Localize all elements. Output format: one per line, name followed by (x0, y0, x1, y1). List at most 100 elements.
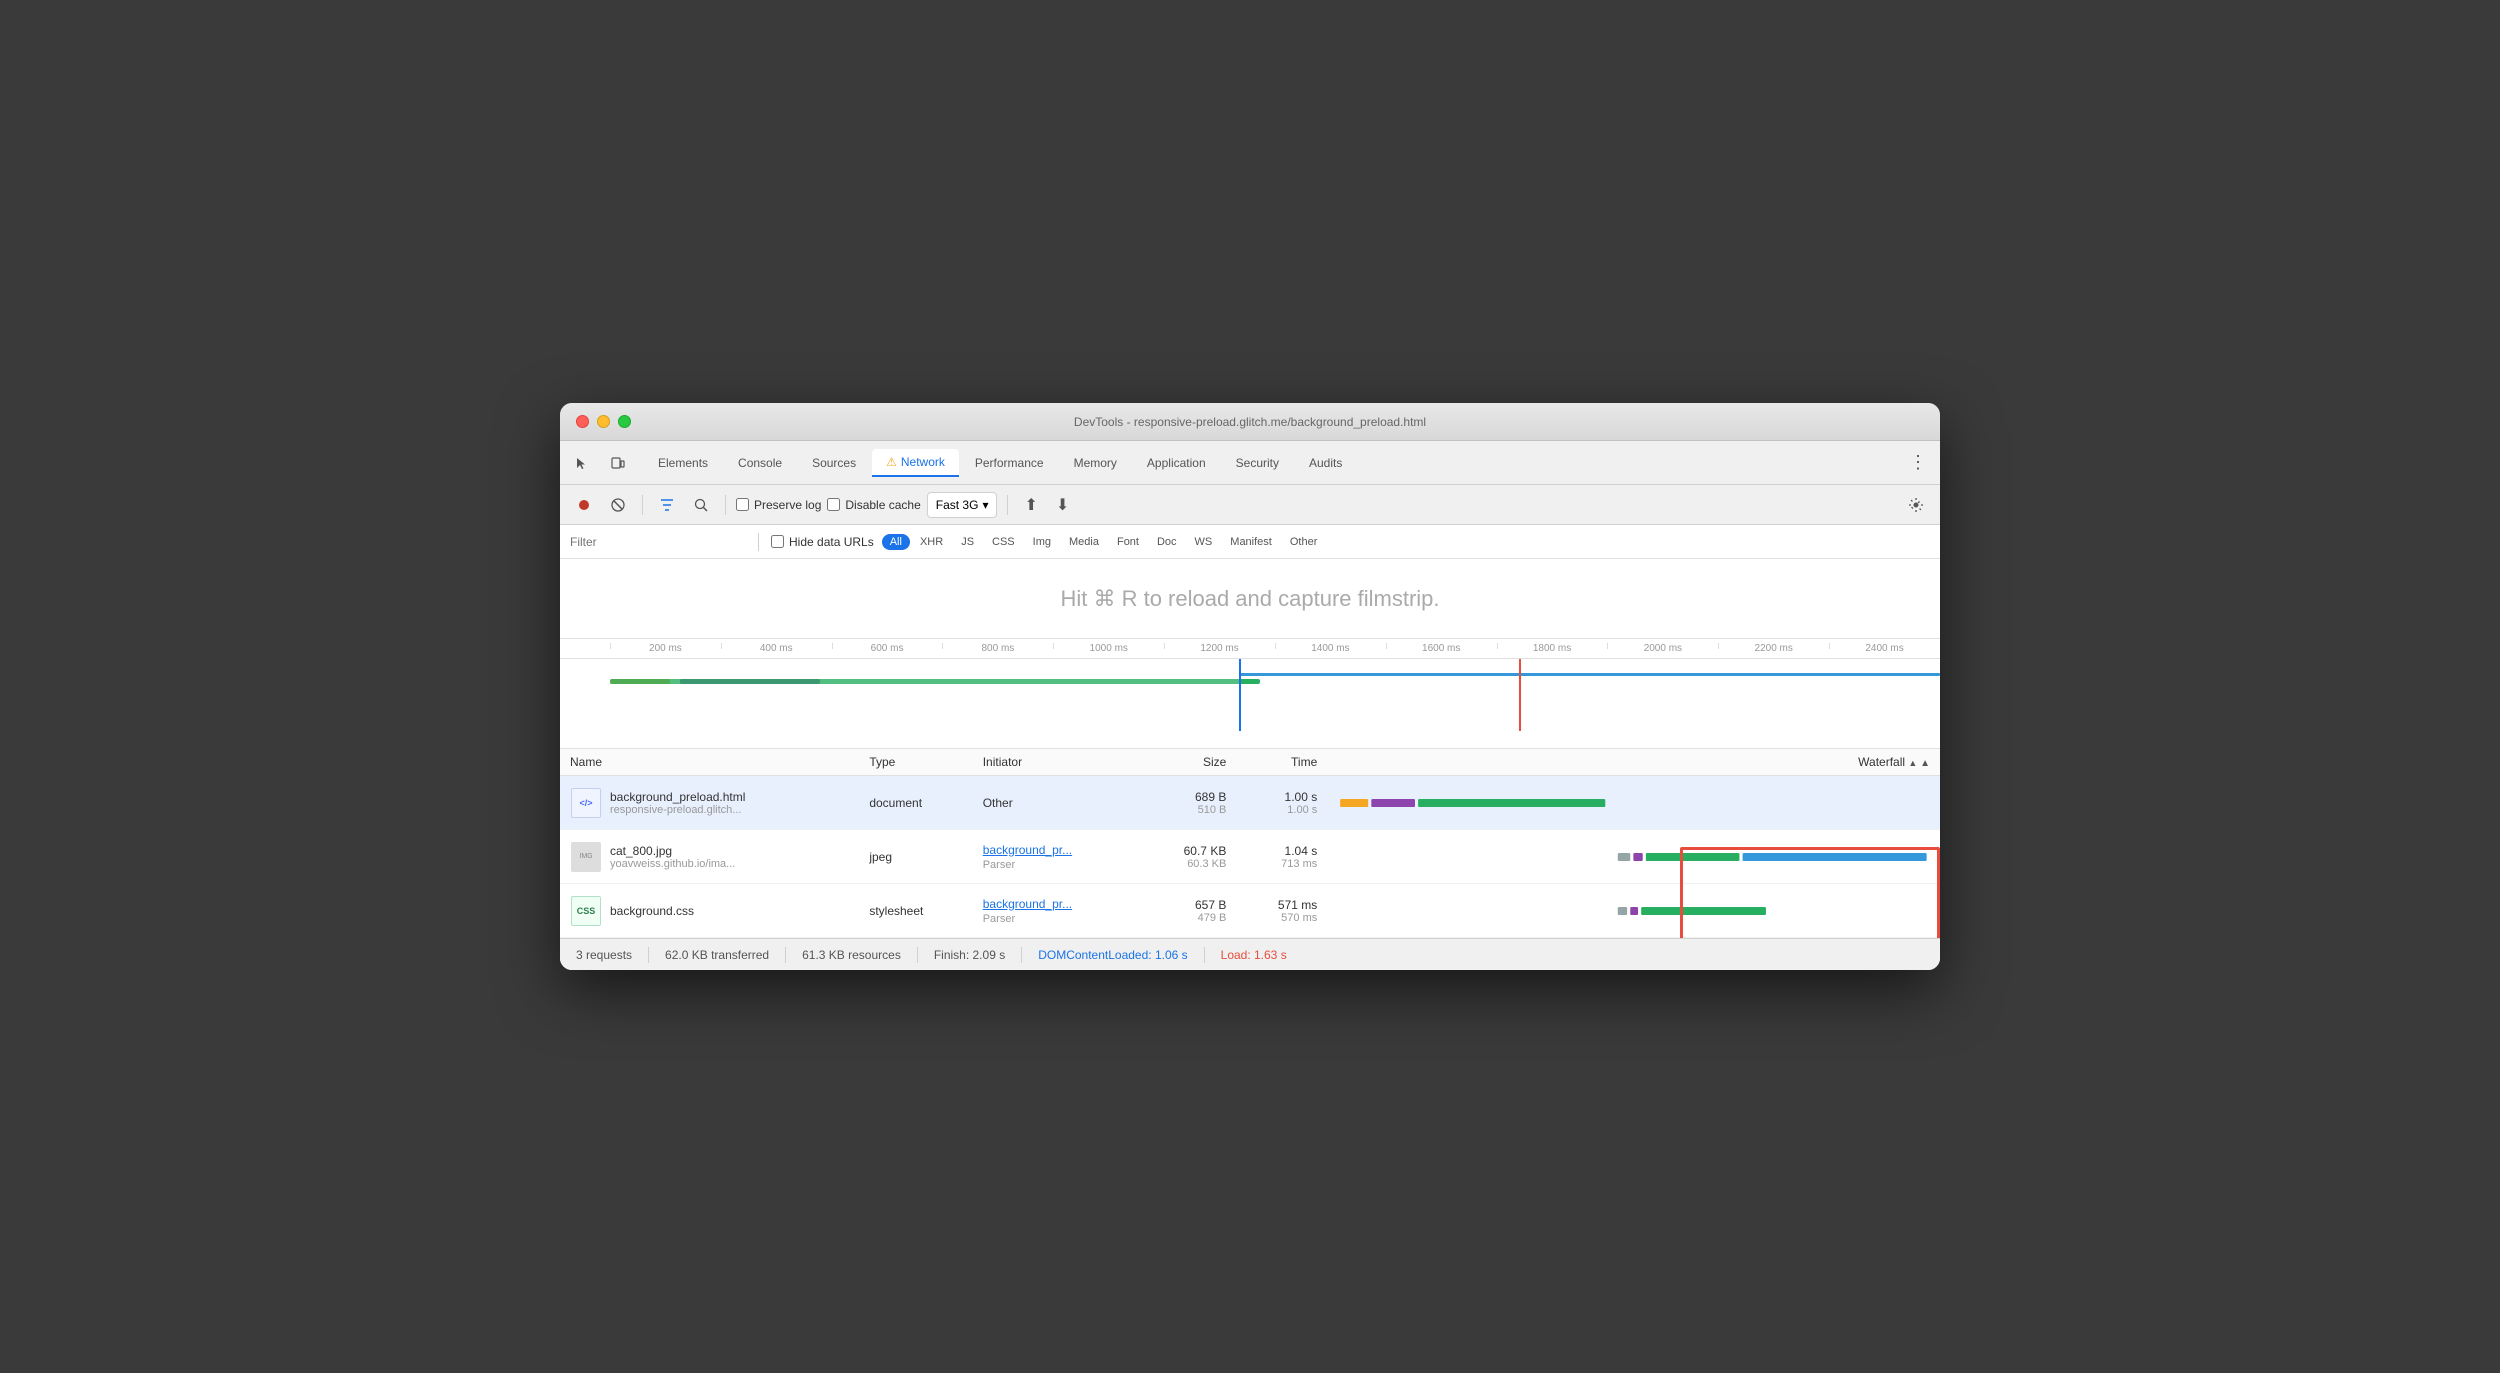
col-size[interactable]: Size (1140, 749, 1236, 776)
cell-waterfall (1327, 884, 1940, 938)
col-name[interactable]: Name (560, 749, 859, 776)
filter-doc[interactable]: Doc (1149, 534, 1185, 550)
device-icon[interactable] (604, 449, 632, 477)
table-row[interactable]: </> background_preload.html responsive-p… (560, 776, 1940, 830)
download-button[interactable]: ⬇ (1050, 493, 1075, 517)
close-button[interactable] (576, 415, 589, 428)
filter-ws[interactable]: WS (1187, 534, 1221, 550)
preserve-log-label[interactable]: Preserve log (736, 498, 821, 512)
disable-cache-label[interactable]: Disable cache (827, 498, 920, 512)
network-toolbar: Preserve log Disable cache Fast 3G ▾ ⬆ ⬇ (560, 485, 1940, 525)
filmstrip-area: Hit ⌘ R to reload and capture filmstrip. (560, 559, 1940, 639)
window-title: DevTools - responsive-preload.glitch.me/… (1074, 415, 1426, 429)
search-icon[interactable] (687, 491, 715, 519)
filter-divider (758, 533, 759, 551)
devtools-window: DevTools - responsive-preload.glitch.me/… (560, 403, 1940, 970)
tab-console[interactable]: Console (724, 450, 796, 476)
disable-cache-checkbox[interactable] (827, 498, 840, 511)
timeline-area: 200 ms 400 ms 600 ms 800 ms 1000 ms 1200… (560, 639, 1940, 749)
traffic-lights (576, 415, 631, 428)
tab-audits[interactable]: Audits (1295, 450, 1356, 476)
tab-elements[interactable]: Elements (644, 450, 722, 476)
filter-img[interactable]: Img (1025, 534, 1059, 550)
timeline-ruler: 200 ms 400 ms 600 ms 800 ms 1000 ms 1200… (560, 639, 1940, 659)
filter-other[interactable]: Other (1282, 534, 1326, 550)
col-initiator[interactable]: Initiator (973, 749, 1141, 776)
maximize-button[interactable] (618, 415, 631, 428)
tick-2200: 2200 ms (1718, 643, 1829, 654)
status-divider-4 (1021, 947, 1022, 963)
status-divider-1 (648, 947, 649, 963)
cell-waterfall (1327, 830, 1940, 884)
cell-initiator: background_pr... Parser (973, 884, 1141, 938)
cell-initiator: background_pr... Parser (973, 830, 1141, 884)
initiator-link[interactable]: background_pr... (983, 897, 1072, 911)
warning-icon: ⚠ (886, 455, 897, 469)
minimize-button[interactable] (597, 415, 610, 428)
file-domain: responsive-preload.glitch... (610, 804, 745, 816)
status-divider-5 (1204, 947, 1205, 963)
tick-200: 200 ms (610, 643, 721, 654)
filter-font[interactable]: Font (1109, 534, 1147, 550)
filter-js[interactable]: JS (953, 534, 982, 550)
status-divider-3 (917, 947, 918, 963)
more-button[interactable]: ⋮ (1904, 449, 1932, 477)
tab-memory[interactable]: Memory (1060, 450, 1131, 476)
tab-network[interactable]: ⚠Network (872, 449, 959, 477)
filter-icon[interactable] (653, 491, 681, 519)
file-icon-css: CSS (570, 895, 602, 927)
filter-input[interactable] (570, 535, 750, 549)
filter-xhr[interactable]: XHR (912, 534, 951, 550)
filter-all[interactable]: All (882, 534, 910, 550)
throttle-value: Fast 3G (936, 498, 979, 512)
upload-button[interactable]: ⬆ (1018, 493, 1043, 517)
initiator-type: Parser (983, 859, 1015, 871)
tick-1200: 1200 ms (1164, 643, 1275, 654)
table-wrapper: Name Type Initiator Size Time Waterfall … (560, 749, 1940, 938)
file-name: cat_800.jpg (610, 844, 735, 858)
tick-600: 600 ms (832, 643, 943, 654)
filter-manifest[interactable]: Manifest (1222, 534, 1280, 550)
record-button[interactable] (570, 491, 598, 519)
clear-button[interactable] (604, 491, 632, 519)
tab-bar-icons (568, 449, 632, 477)
hide-data-urls-label[interactable]: Hide data URLs (771, 535, 874, 549)
table-row[interactable]: IMG cat_800.jpg yoavweiss.github.io/ima.… (560, 830, 1940, 884)
status-transferred: 62.0 KB transferred (665, 948, 769, 962)
preserve-log-checkbox[interactable] (736, 498, 749, 511)
cell-type: document (859, 776, 972, 830)
hide-data-urls-checkbox[interactable] (771, 535, 784, 548)
cell-name: IMG cat_800.jpg yoavweiss.github.io/ima.… (560, 830, 859, 884)
toolbar-divider-3 (1007, 495, 1008, 515)
col-type[interactable]: Type (859, 749, 972, 776)
cell-time: 1.00 s1.00 s (1236, 776, 1327, 830)
cell-size: 60.7 KB60.3 KB (1140, 830, 1236, 884)
throttle-select[interactable]: Fast 3G ▾ (927, 492, 998, 518)
tab-security[interactable]: Security (1222, 450, 1293, 476)
cursor-icon[interactable] (568, 449, 596, 477)
tab-sources[interactable]: Sources (798, 450, 870, 476)
filter-css[interactable]: CSS (984, 534, 1023, 550)
file-icon-html: </> (570, 787, 602, 819)
hide-data-urls-text: Hide data URLs (789, 535, 874, 549)
filmstrip-hint: Hit ⌘ R to reload and capture filmstrip. (1060, 586, 1439, 612)
col-time[interactable]: Time (1236, 749, 1327, 776)
filter-media[interactable]: Media (1061, 534, 1107, 550)
file-name: background.css (610, 904, 694, 918)
file-icon-img: IMG (570, 841, 602, 873)
filter-types: All XHR JS CSS Img Media Font Doc WS Man… (882, 534, 1326, 550)
tick-1000: 1000 ms (1053, 643, 1164, 654)
tab-performance[interactable]: Performance (961, 450, 1058, 476)
col-waterfall[interactable]: Waterfall ▲ (1327, 749, 1940, 776)
table-row[interactable]: CSS background.css stylesheet background… (560, 884, 1940, 938)
cell-size: 689 B510 B (1140, 776, 1236, 830)
status-dom-loaded: DOMContentLoaded: 1.06 s (1038, 948, 1187, 962)
tab-application[interactable]: Application (1133, 450, 1220, 476)
filter-bar: Hide data URLs All XHR JS CSS Img Media … (560, 525, 1940, 559)
settings-button[interactable] (1902, 491, 1930, 519)
tick-800: 800 ms (942, 643, 1053, 654)
cell-type: jpeg (859, 830, 972, 884)
cell-size: 657 B479 B (1140, 884, 1236, 938)
initiator-link[interactable]: background_pr... (983, 843, 1072, 857)
toolbar-divider-1 (642, 495, 643, 515)
